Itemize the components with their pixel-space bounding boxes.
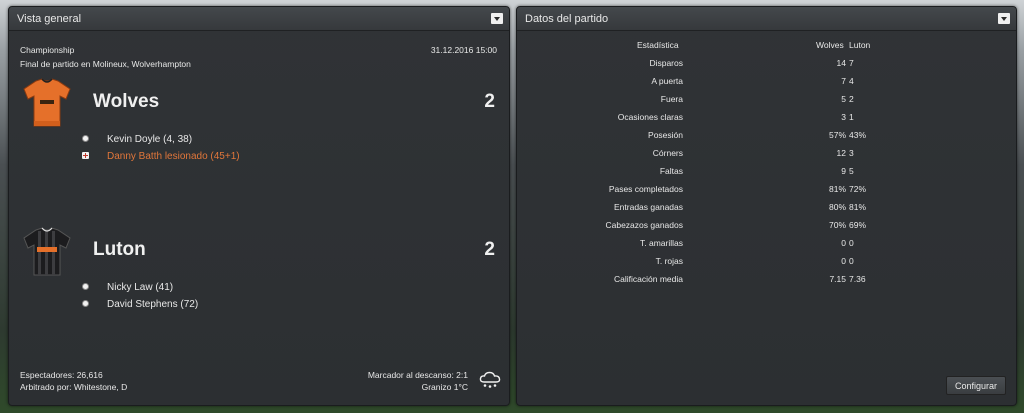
stat-home-value: 0 (841, 238, 846, 248)
away-team-score: 2 (484, 239, 495, 260)
stat-away-value: 7.36 (849, 274, 866, 284)
stat-away-value: 2 (849, 94, 854, 104)
stat-away-value: 81% (849, 202, 867, 212)
overview-panel: Vista general Championship 31.12.2016 15… (8, 6, 510, 406)
halftime-score: Marcador al descanso: 2:1 (367, 370, 468, 380)
weather-text: Granizo 1°C (421, 382, 468, 392)
away-team-name: Luton (93, 239, 146, 260)
col-header-away: Luton (849, 40, 871, 50)
stat-label: Córners (652, 148, 683, 158)
stat-label: Faltas (659, 166, 683, 176)
col-header-stat: Estadística (637, 40, 679, 50)
match-subtitle: Final de partido en Molineux, Wolverhamp… (20, 59, 191, 69)
match-stats-panel: Datos del partido Estadística Wolves Lut… (516, 6, 1017, 406)
stat-home-value: 9 (841, 166, 846, 176)
stat-away-value: 3 (849, 148, 854, 158)
stat-label: A puerta (651, 76, 683, 86)
overview-header: Vista general (9, 7, 509, 31)
stat-label: T. rojas (655, 256, 683, 266)
away-event-goal-2[interactable]: David Stephens (72) (107, 299, 198, 310)
stat-away-value: 43% (849, 130, 867, 140)
stat-away-value: 69% (849, 220, 867, 230)
stat-home-value: 7 (841, 76, 846, 86)
goal-ball-icon (82, 135, 89, 142)
stat-label: Entradas ganadas (614, 202, 683, 212)
overview-title: Vista general (17, 12, 82, 25)
configure-button[interactable]: Configurar (946, 376, 1006, 395)
stat-label: T. amarillas (640, 238, 683, 248)
stats-menu-button[interactable] (998, 13, 1010, 24)
stat-label: Cabezazos ganados (605, 220, 683, 230)
stat-away-value: 7 (849, 58, 854, 68)
stat-home-value: 3 (841, 112, 846, 122)
overview-menu-button[interactable] (491, 13, 503, 24)
stat-away-value: 0 (849, 256, 854, 266)
goal-ball-icon (82, 300, 89, 307)
hail-cloud-icon (479, 371, 501, 388)
stat-away-value: 1 (849, 112, 854, 122)
stat-label: Calificación media (614, 274, 683, 284)
stat-away-value: 72% (849, 184, 867, 194)
stat-label: Ocasiones claras (617, 112, 683, 122)
stat-home-value: 12 (836, 148, 846, 158)
referee[interactable]: Arbitrado por: Whitestone, D (20, 382, 127, 392)
stat-label: Disparos (649, 58, 683, 68)
stat-home-value: 5 (841, 94, 846, 104)
away-event-goal-1[interactable]: Nicky Law (41) (107, 282, 173, 293)
luton-kit-icon (23, 227, 71, 276)
stat-home-value: 80% (828, 202, 846, 212)
stat-label: Fuera (660, 94, 683, 104)
stat-home-value: 7.15 (829, 274, 846, 284)
stat-away-value: 0 (849, 238, 854, 248)
goal-ball-icon (82, 283, 89, 290)
attendance: Espectadores: 26,616 (20, 370, 103, 380)
stats-header: Datos del partido (517, 7, 1016, 31)
chevron-down-icon (494, 16, 500, 21)
stat-home-value: 0 (841, 256, 846, 266)
stat-home-value: 70% (828, 220, 846, 230)
home-team-name: Wolves (93, 91, 160, 112)
stat-home-value: 14 (836, 58, 846, 68)
home-event-goal[interactable]: Kevin Doyle (4, 38) (107, 134, 192, 145)
stat-home-value: 81% (828, 184, 846, 194)
home-team-score: 2 (484, 91, 495, 112)
match-date: 31.12.2016 15:00 (430, 45, 497, 55)
injury-icon (82, 152, 89, 159)
wolves-kit-icon (23, 78, 71, 127)
col-header-home: Wolves (816, 40, 844, 50)
stats-title: Datos del partido (525, 12, 609, 25)
stat-home-value: 57% (828, 130, 846, 140)
stat-away-value: 5 (849, 166, 854, 176)
stat-label: Posesión (648, 130, 683, 140)
home-event-injury[interactable]: Danny Batth lesionado (45+1) (107, 151, 240, 162)
stat-label: Pases completados (608, 184, 683, 194)
competition-label: Championship (20, 45, 75, 55)
chevron-down-icon (1001, 16, 1007, 21)
stat-away-value: 4 (849, 76, 854, 86)
